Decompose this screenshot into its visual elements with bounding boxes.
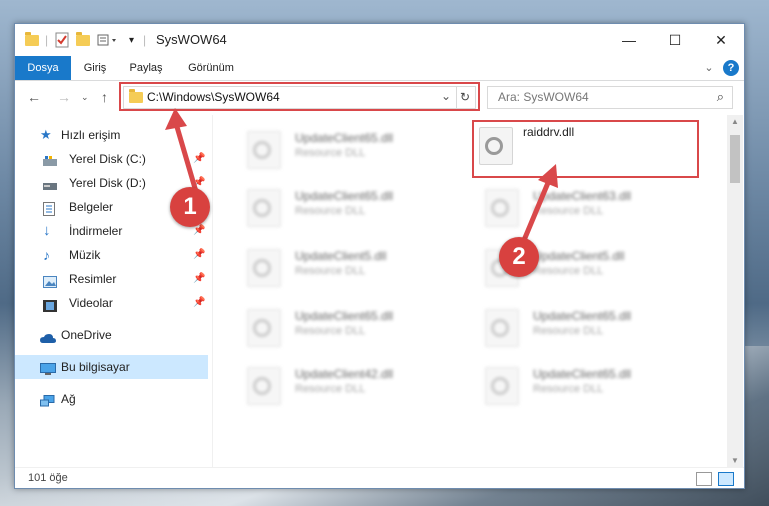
step-2-badge: 2 — [499, 237, 539, 277]
arrow-2 — [519, 177, 553, 246]
step-1-badge: 1 — [170, 187, 210, 227]
annotation-arrows — [165, 108, 558, 246]
arrow-1 — [172, 119, 200, 196]
arrow-1-head — [165, 108, 187, 130]
